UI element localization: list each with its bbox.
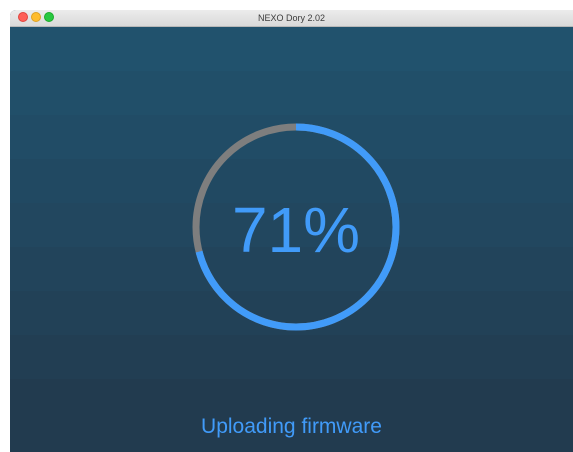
upload-status-text: Uploading firmware [201, 415, 382, 438]
progress-percent-label: 71% [231, 194, 361, 266]
app-window: NEXO Dory 2.02 71% Uploading firmware [10, 10, 573, 452]
progress-panel: 71% Uploading firmware [10, 27, 573, 452]
title-bar: NEXO Dory 2.02 [10, 10, 573, 27]
window-title: NEXO Dory 2.02 [257, 13, 326, 23]
